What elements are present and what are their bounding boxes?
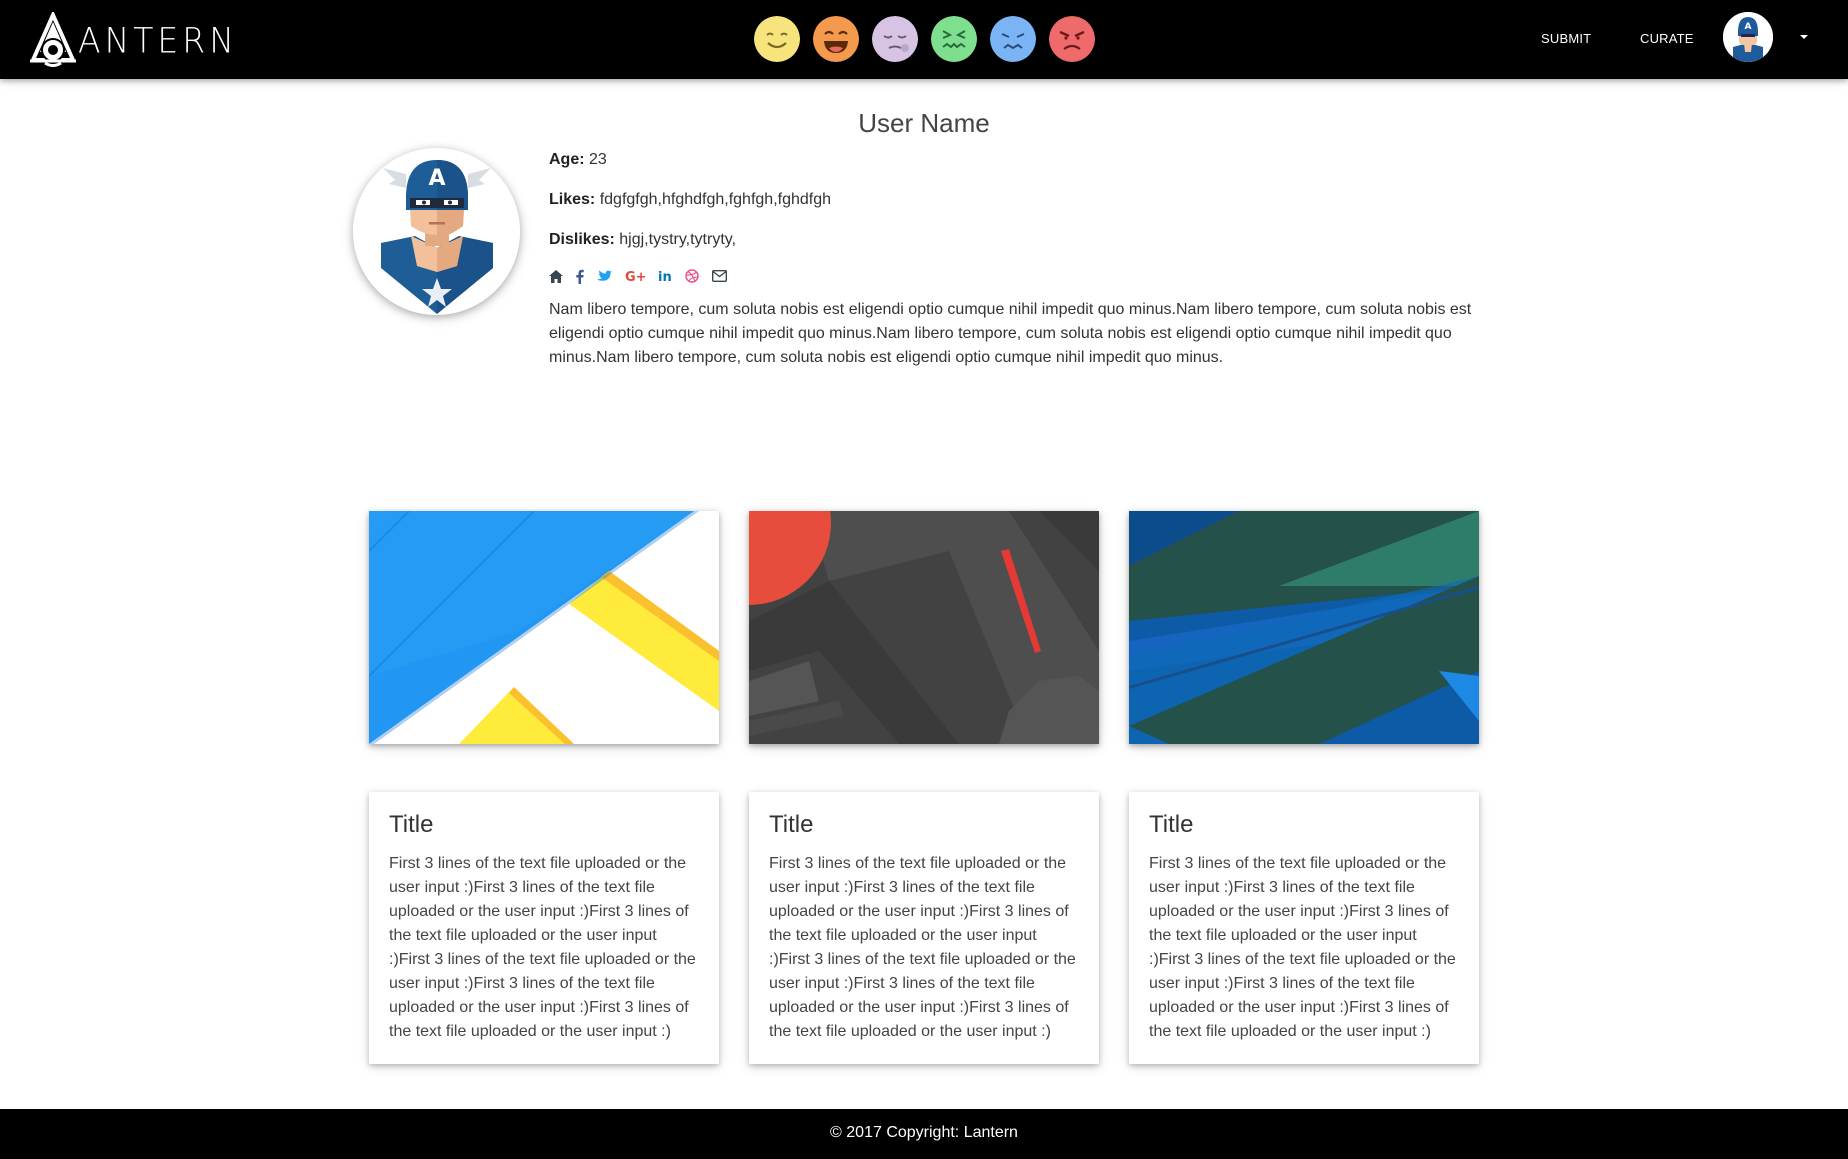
image-card-1[interactable] [369,511,719,744]
card-title: Title [1149,811,1194,838]
brand-name: ANTERN [78,19,238,61]
laughing-emoji-icon[interactable] [813,16,859,62]
age-value: 23 [589,151,607,168]
likes-row: Likes: fdgfgfgh,hfghdfgh,fghfgh,fghdfgh [549,190,1489,210]
linkedin-icon[interactable]: in [658,267,672,285]
google-plus-icon[interactable]: G+ [625,267,645,285]
sick-emoji-icon[interactable] [931,16,977,62]
image-card-2[interactable] [749,511,1099,744]
sad-emoji-icon[interactable] [990,16,1036,62]
dislikes-label: Dislikes: [549,231,615,248]
image-card-3[interactable] [1129,511,1479,744]
material-green-blue-image [1129,511,1479,744]
submit-link[interactable]: SUBMIT [1541,31,1591,46]
curate-link[interactable]: CURATE [1640,31,1694,46]
likes-value: fdgfgfgh,hfghdfgh,fghfgh,fghdfgh [599,191,832,208]
dislikes-row: Dislikes: hjgj,tystry,tytryty, [549,230,1489,250]
envelope-icon[interactable] [712,267,727,285]
svg-text:A: A [428,166,445,191]
svg-text:A: A [1745,22,1752,32]
svg-text:in: in [658,270,672,283]
text-card-2[interactable]: Title First 3 lines of the text file upl… [749,792,1099,1064]
captain-avatar-icon: A [1723,12,1773,62]
facebook-icon[interactable] [576,267,584,285]
card-title: Title [769,811,814,838]
material-blue-yellow-image [369,511,719,744]
footer: © 2017 Copyright: Lantern [0,1109,1848,1159]
text-card-3[interactable]: Title First 3 lines of the text file upl… [1129,792,1479,1064]
bio-text: Nam libero tempore, cum soluta nobis est… [549,301,1472,366]
card-text: First 3 lines of the text file uploaded … [769,855,1076,1040]
navbar: ANTERN SUBMIT CURATE A [0,0,1848,79]
likes-label: Likes: [549,191,596,208]
brand-logo[interactable]: ANTERN [30,12,238,68]
user-avatar[interactable]: A [1723,12,1773,62]
text-card-1[interactable]: Title First 3 lines of the text file upl… [369,792,719,1064]
user-name-heading: User Name [858,108,990,138]
profile-avatar: A [353,148,520,315]
svg-text:G+: G+ [625,270,645,283]
card-text: First 3 lines of the text file uploaded … [389,855,696,1040]
happy-emoji-icon[interactable] [754,16,800,62]
material-dark-red-image [749,511,1099,744]
twitter-icon[interactable] [597,267,612,285]
captain-avatar-icon: A [353,148,520,315]
social-links: G+ in [549,266,1489,286]
age-row: Age: 23 [549,150,1489,170]
card-title: Title [389,811,434,838]
copyright-text: © 2017 Copyright: Lantern [830,1124,1018,1141]
lantern-logo-icon [30,12,76,67]
card-text: First 3 lines of the text file uploaded … [1149,855,1456,1040]
profile-info: Age: 23 Likes: fdgfgfgh,hfghdfgh,fghfgh,… [549,150,1489,370]
mood-selector [754,16,1095,62]
home-icon[interactable] [549,267,563,285]
age-label: Age: [549,151,585,168]
chevron-down-icon[interactable] [1797,30,1811,44]
dislikes-value: hjgj,tystry,tytryty, [619,231,737,248]
dribbble-icon[interactable] [685,267,699,285]
angry-emoji-icon[interactable] [1049,16,1095,62]
sleepy-emoji-icon[interactable] [872,16,918,62]
